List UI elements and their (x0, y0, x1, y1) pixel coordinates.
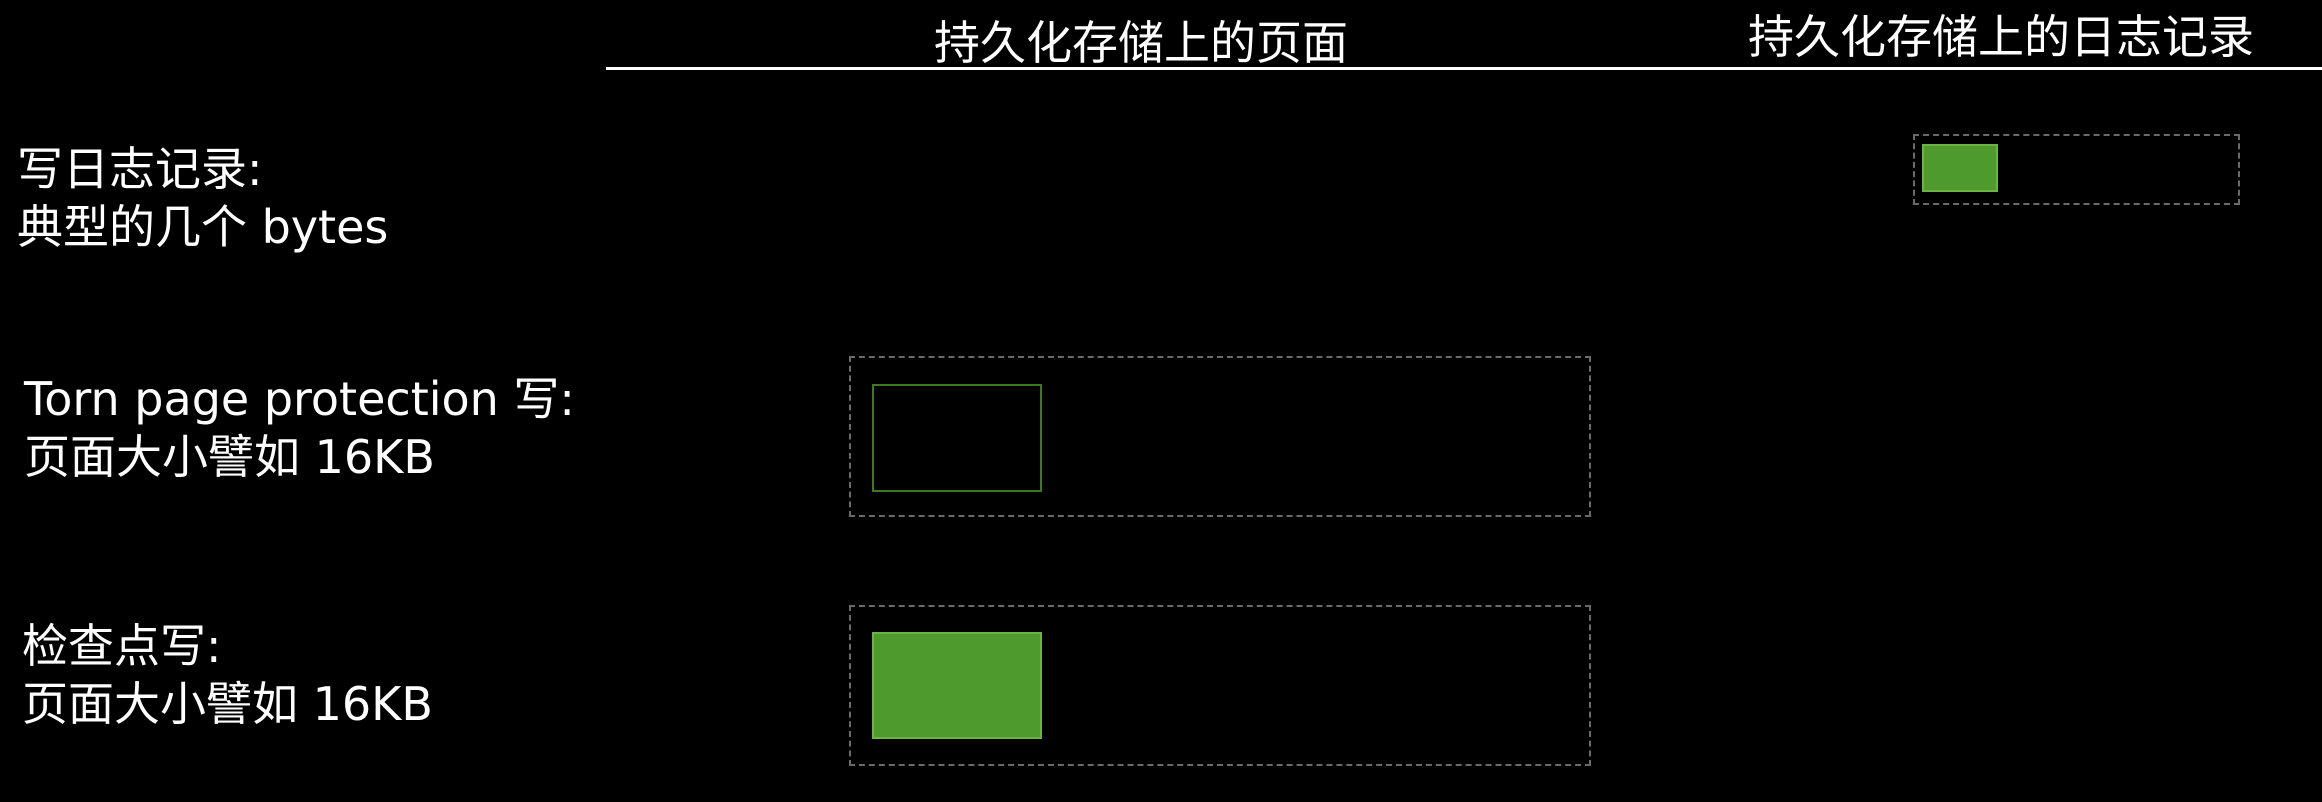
log-record-block (1922, 144, 1998, 192)
row-label-torn-page-write: Torn page protection 写: 页面大小譬如 16KB (24, 370, 575, 486)
checkpoint-page-block (872, 632, 1042, 739)
header-logs-on-persistent-storage: 持久化存储上的日志记录 (1748, 10, 2254, 64)
header-pages-on-persistent-storage: 持久化存储上的页面 (934, 16, 1348, 70)
row-label-checkpoint-write: 检查点写: 页面大小譬如 16KB (22, 617, 433, 733)
torn-page-block (872, 384, 1042, 492)
row-label-line2: 典型的几个 bytes (17, 200, 389, 254)
row-label-line2: 页面大小譬如 16KB (24, 430, 435, 484)
header-divider (606, 67, 2322, 70)
row-label-line2: 页面大小譬如 16KB (22, 677, 433, 731)
row-label-line1: 检查点写: (22, 619, 222, 673)
row-label-line1: 写日志记录: (17, 142, 263, 196)
row-label-log-write: 写日志记录: 典型的几个 bytes (17, 140, 388, 256)
row-label-line1: Torn page protection 写: (24, 372, 575, 426)
